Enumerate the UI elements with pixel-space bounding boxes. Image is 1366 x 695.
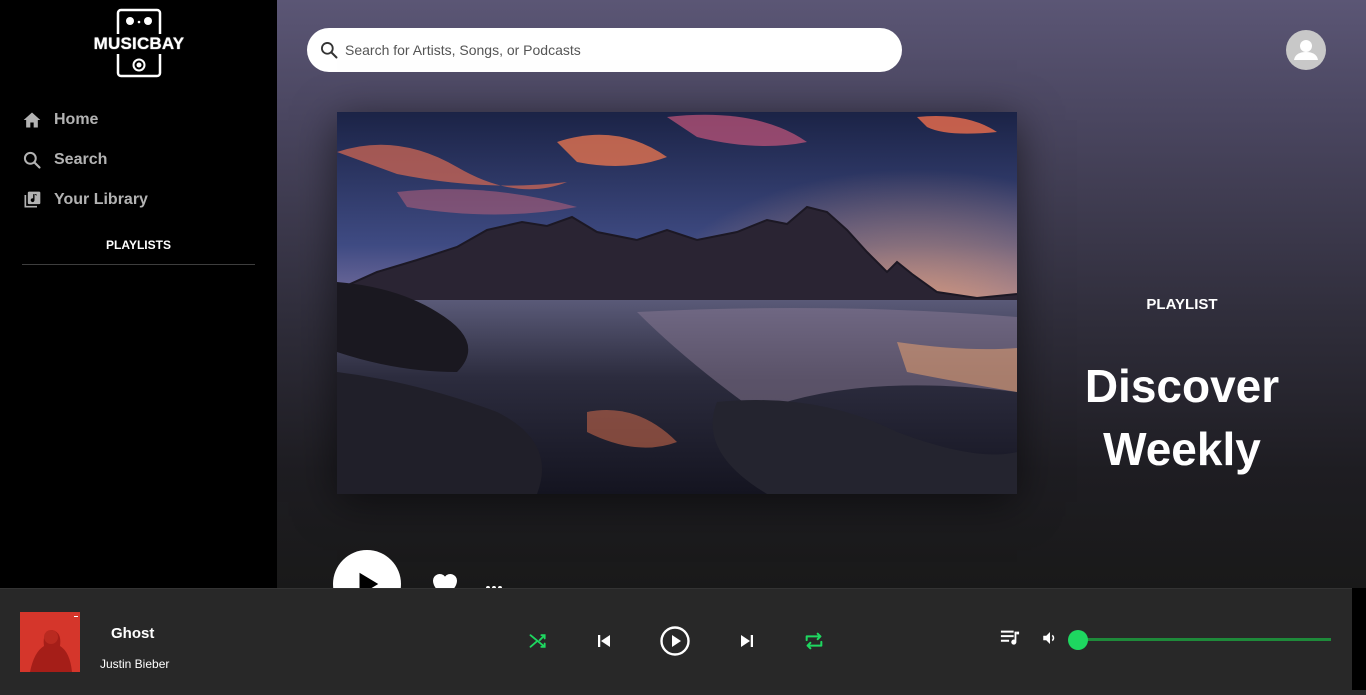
queue-icon xyxy=(1000,630,1020,645)
next-button[interactable] xyxy=(735,629,759,653)
search-icon xyxy=(22,150,42,170)
shuffle-button[interactable] xyxy=(526,629,550,653)
search-input[interactable] xyxy=(345,42,885,58)
volume-slider-knob[interactable] xyxy=(1068,630,1088,650)
playlists-heading: PLAYLISTS xyxy=(106,238,171,252)
bottom-edge-strip xyxy=(0,690,1366,695)
user-avatar[interactable] xyxy=(1286,30,1326,70)
brand-name: MUSICBAY xyxy=(92,34,186,54)
playlist-info: PLAYLIST Discover Weekly xyxy=(1067,280,1297,481)
play-pause-button[interactable] xyxy=(659,625,691,657)
next-icon xyxy=(741,635,753,647)
queue-button[interactable] xyxy=(998,626,1022,650)
playlist-title-line1: Discover xyxy=(1084,360,1280,412)
album-art[interactable] xyxy=(20,612,80,672)
nav-item-home[interactable]: Home xyxy=(22,100,148,140)
volume-icon xyxy=(1043,632,1055,644)
volume-button[interactable] xyxy=(1038,626,1062,650)
nav-item-label: Your Library xyxy=(54,191,148,208)
more-options-button[interactable] xyxy=(485,578,503,590)
song-title[interactable]: Ghost xyxy=(111,625,154,642)
now-playing-bar: Ghost Justin Bieber xyxy=(0,588,1352,695)
playlist-title: Discover Weekly xyxy=(1067,355,1297,481)
previous-button[interactable] xyxy=(592,629,616,653)
volume-slider-track[interactable] xyxy=(1078,638,1331,641)
shuffle-icon xyxy=(529,634,546,648)
app-window: MUSICBAY Home Search Your Library PLAYLI… xyxy=(0,0,1366,695)
user-icon xyxy=(1294,40,1318,60)
repeat-icon xyxy=(805,632,823,650)
nav-item-search[interactable]: Search xyxy=(22,140,148,180)
playlist-kind-label: PLAYLIST xyxy=(1146,296,1218,313)
playlists-divider xyxy=(22,264,255,265)
main-nav: Home Search Your Library xyxy=(22,100,148,220)
sidebar: MUSICBAY Home Search Your Library PLAYLI… xyxy=(0,0,277,588)
library-icon xyxy=(22,190,42,210)
song-artist[interactable]: Justin Bieber xyxy=(100,657,169,671)
repeat-button[interactable] xyxy=(802,629,826,653)
musicbay-logo[interactable]: MUSICBAY xyxy=(92,8,186,80)
playlist-title-line2: Weekly xyxy=(1103,423,1261,475)
search-icon xyxy=(319,40,339,60)
playlist-cover-image xyxy=(337,112,1017,494)
main-content: PLAYLIST Discover Weekly xyxy=(277,0,1366,618)
home-icon xyxy=(22,110,42,130)
previous-icon xyxy=(598,635,610,647)
nav-item-library[interactable]: Your Library xyxy=(22,180,148,220)
search-bar[interactable] xyxy=(307,28,902,72)
nav-item-label: Search xyxy=(54,151,108,168)
nav-item-label: Home xyxy=(54,111,99,128)
play-icon xyxy=(660,626,690,656)
